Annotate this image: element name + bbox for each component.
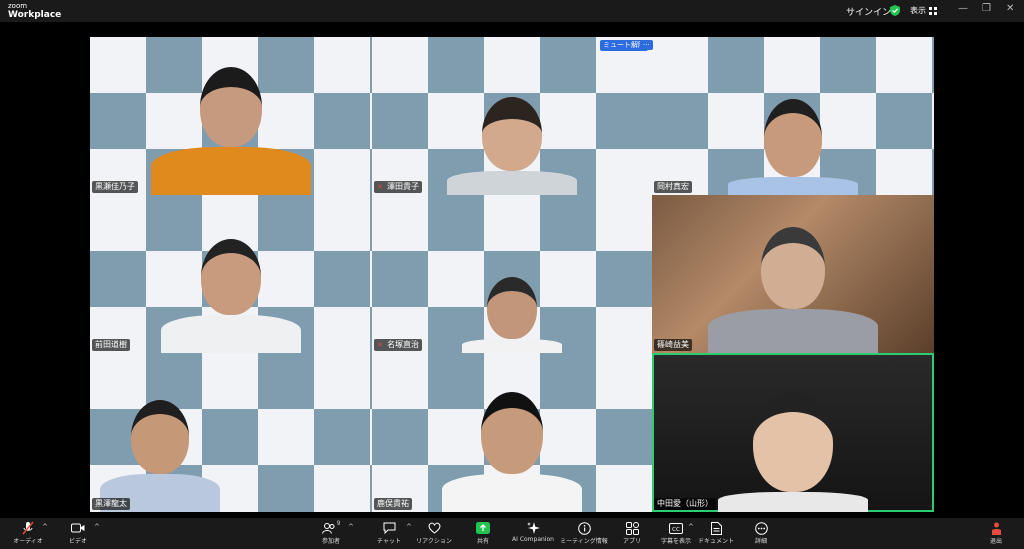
leave-button[interactable]: 退出 <box>968 520 1024 545</box>
participant-name: ✕ 澤田貴子 <box>374 181 422 193</box>
participant-name: 中田愛（山形） <box>654 498 716 510</box>
participants-options-chevron-icon[interactable]: ^ <box>348 523 354 531</box>
participant-video <box>457 277 567 353</box>
video-tile[interactable]: ✕ 澤田貴子 <box>372 37 652 195</box>
video-tile-active-speaker[interactable]: 中田愛（山形） <box>652 353 934 512</box>
zoom-meeting-window: zoom Workplace サインイン 表示 — ❐ ✕ 黒瀬佳乃子 ✕ 澤田… <box>0 0 1024 549</box>
closed-captions-icon: CC <box>669 522 683 534</box>
view-label: 表示 <box>910 6 926 15</box>
video-tile[interactable]: 篠崎益美 <box>652 195 934 353</box>
mic-muted-icon <box>22 521 34 535</box>
participant-video <box>718 99 868 195</box>
mic-muted-icon: ✕ <box>377 183 383 191</box>
view-button[interactable]: 表示 <box>910 5 937 16</box>
close-button[interactable]: ✕ <box>1006 3 1014 14</box>
mic-muted-icon: ✕ <box>377 341 383 349</box>
participant-video <box>156 239 306 353</box>
more-button[interactable]: 詳細 <box>733 520 789 545</box>
participants-count: 9 <box>336 519 341 527</box>
participants-icon <box>321 522 335 534</box>
ai-companion-button[interactable]: AI Companion <box>505 520 561 543</box>
video-tile[interactable]: ✕ 名塚直治 <box>372 195 652 353</box>
heart-icon <box>428 522 440 534</box>
participant-video <box>146 67 316 195</box>
grid-icon <box>929 6 937 15</box>
participant-name: 鹿俣貴祐 <box>374 498 412 510</box>
share-button[interactable]: 共有 <box>455 520 511 545</box>
brand-zoom: zoom <box>8 2 28 10</box>
video-gallery: 黒瀬佳乃子 ✕ 澤田貴子 岡村真宏 前田道樹 ✕ 名塚直治 篠崎益美 黒澤龍太 … <box>90 37 934 512</box>
participant-name: 黒瀬佳乃子 <box>92 181 138 193</box>
participant-name: ✕ 名塚直治 <box>374 339 422 351</box>
video-tile[interactable]: 鹿俣貴祐 <box>372 353 652 512</box>
shield-check-icon[interactable] <box>890 5 900 16</box>
participant-name: 前田道樹 <box>92 339 130 351</box>
video-tile[interactable]: 前田道樹 <box>90 195 372 353</box>
signin-link[interactable]: サインイン <box>846 5 891 18</box>
sparkle-icon <box>526 521 540 534</box>
video-tile[interactable]: 黒瀬佳乃子 <box>90 37 372 195</box>
reactions-button[interactable]: リアクション <box>406 520 462 545</box>
participant-video <box>95 400 225 512</box>
apps-icon <box>625 521 639 535</box>
chat-icon <box>383 522 395 534</box>
brand-workplace: Workplace <box>8 10 62 20</box>
document-icon <box>710 521 722 535</box>
info-icon <box>577 521 591 535</box>
participant-video <box>442 97 582 195</box>
maximize-button[interactable]: ❐ <box>982 3 991 14</box>
tile-more-button[interactable]: ··· <box>640 40 653 50</box>
participant-video <box>437 392 587 512</box>
more-dots-icon <box>754 521 768 535</box>
video-camera-icon <box>71 523 85 533</box>
video-options-chevron-icon[interactable]: ^ <box>94 523 100 531</box>
participant-name: 黒澤龍太 <box>92 498 130 510</box>
video-tile[interactable]: 黒澤龍太 <box>90 353 372 512</box>
svg-text:CC: CC <box>672 526 680 532</box>
meeting-toolbar: オーディオ ^ ビデオ ^ 9 参加者 ^ チャット ^ リアクション 共有 A… <box>0 518 1024 549</box>
participant-video <box>708 392 878 512</box>
audio-options-chevron-icon[interactable]: ^ <box>42 523 48 531</box>
participant-name: 岡村真宏 <box>654 181 692 193</box>
title-bar: zoom Workplace サインイン 表示 — ❐ ✕ <box>0 0 1024 22</box>
participant-video <box>708 227 878 353</box>
share-screen-icon <box>476 522 490 534</box>
app-brand: zoom Workplace <box>8 3 61 20</box>
leave-icon <box>991 522 1001 535</box>
minimize-button[interactable]: — <box>958 3 968 14</box>
video-tile[interactable]: 岡村真宏 <box>652 37 934 195</box>
participant-name: 篠崎益美 <box>654 339 692 351</box>
